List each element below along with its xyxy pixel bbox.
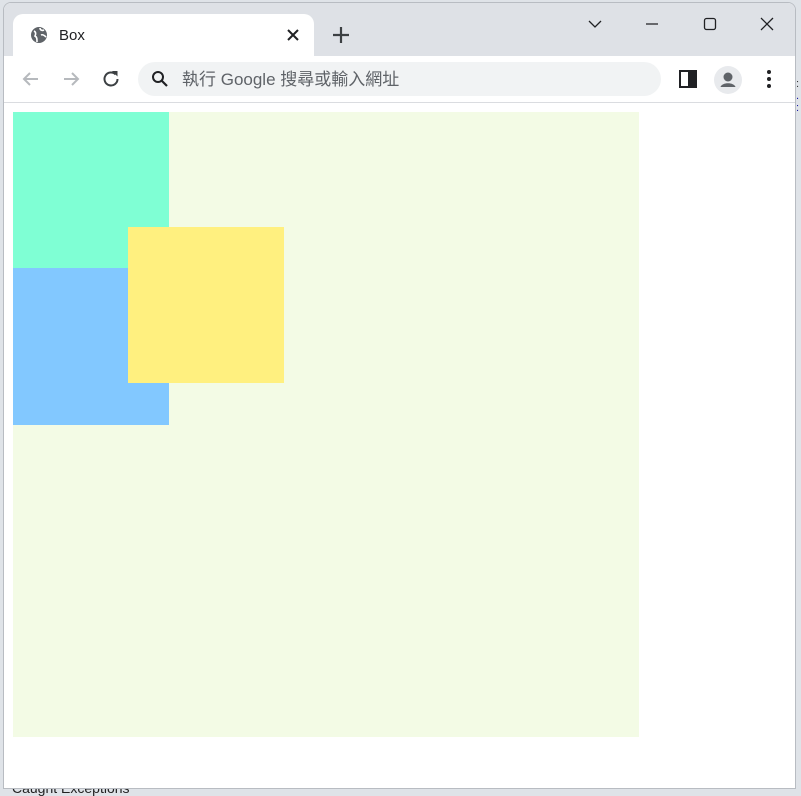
forward-arrow-icon[interactable] — [59, 67, 83, 91]
title-bar: Box — [4, 3, 795, 56]
new-tab-icon[interactable] — [330, 24, 352, 46]
profile-icon[interactable] — [714, 66, 742, 94]
reload-icon[interactable] — [99, 67, 123, 91]
maximize-icon[interactable] — [693, 12, 727, 38]
page-viewport — [4, 103, 795, 788]
back-arrow-icon[interactable] — [19, 67, 43, 91]
search-icon — [151, 70, 169, 88]
yellow-box — [128, 227, 284, 383]
minimize-icon[interactable] — [635, 12, 669, 38]
box-container — [13, 112, 639, 737]
tab-title: Box — [59, 27, 85, 44]
tab-search-icon[interactable] — [578, 12, 612, 38]
browser-toolbar — [4, 56, 795, 103]
address-input[interactable] — [180, 66, 654, 94]
side-panel-icon[interactable] — [676, 67, 700, 91]
background-editor-code-strip: : . : — [796, 78, 800, 114]
kebab-menu-icon[interactable] — [757, 67, 781, 91]
tab-close-icon[interactable] — [283, 25, 303, 45]
address-bar[interactable] — [138, 62, 661, 96]
close-window-icon[interactable] — [750, 12, 784, 38]
browser-window: Box — [3, 2, 796, 789]
globe-icon — [30, 26, 48, 44]
tab-box[interactable]: Box — [13, 14, 314, 56]
